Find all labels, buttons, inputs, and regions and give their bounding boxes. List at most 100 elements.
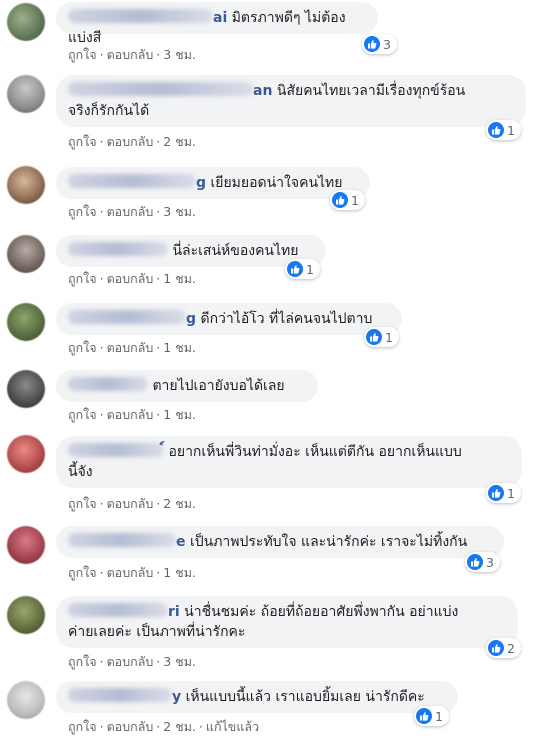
- author-name-redacted[interactable]: [68, 9, 213, 23]
- timestamp[interactable]: 1 ชม.: [163, 565, 196, 580]
- reaction-count[interactable]: 1: [330, 190, 365, 210]
- thumbs-up-icon: [488, 485, 504, 501]
- like-link[interactable]: ถูกใจ: [68, 340, 97, 355]
- comment-text: นี่ล่ะเสน่ห์ของคนไทย: [172, 243, 299, 259]
- author-name[interactable]: g: [196, 175, 206, 191]
- reaction-count[interactable]: 1: [486, 120, 521, 140]
- reply-link[interactable]: ตอบกลับ: [107, 47, 154, 62]
- reaction-number: 3: [486, 554, 494, 570]
- comment-actions: ถูกใจ · ตอบกลับ · 3 ชม.: [68, 45, 196, 65]
- avatar[interactable]: [7, 75, 45, 113]
- avatar[interactable]: [7, 235, 45, 273]
- comment-text: เห็นแบบนี้แล้ว เราแอบยิ้มเลย น่ารักดีคะ: [185, 689, 425, 705]
- reaction-count[interactable]: 1: [414, 706, 449, 726]
- comment-bubble: y เห็นแบบนี้แล้ว เราแอบยิ้มเลย น่ารักดีค…: [56, 681, 458, 713]
- like-link[interactable]: ถูกใจ: [68, 654, 97, 669]
- comment-bubble: ์ อยากเห็นพี่วินท่ามั่งอะ เห็นแต่ตีกัน อ…: [56, 436, 522, 488]
- author-name-redacted[interactable]: [68, 533, 176, 547]
- reaction-count[interactable]: 2: [486, 638, 521, 658]
- reply-link[interactable]: ตอบกลับ: [107, 565, 154, 580]
- avatar[interactable]: [7, 303, 45, 341]
- comment-bubble: g ดีกว่าไอ้โว ที่ไล่คนจนไปตาบ: [56, 303, 402, 335]
- separator: ·: [156, 496, 161, 511]
- reply-link[interactable]: ตอบกลับ: [107, 271, 154, 286]
- reply-link[interactable]: ตอบกลับ: [107, 407, 154, 422]
- like-link[interactable]: ถูกใจ: [68, 407, 97, 422]
- thumbs-up-icon: [488, 640, 504, 656]
- timestamp[interactable]: 3 ชม.: [163, 204, 196, 219]
- timestamp[interactable]: 2 ชม.: [163, 719, 196, 734]
- avatar[interactable]: [7, 596, 45, 634]
- reaction-count[interactable]: 1: [486, 483, 521, 503]
- comment-actions: ถูกใจ · ตอบกลับ · 3 ชม.: [68, 202, 196, 222]
- reply-link[interactable]: ตอบกลับ: [107, 719, 154, 734]
- avatar[interactable]: [7, 3, 45, 41]
- timestamp[interactable]: 3 ชม.: [163, 47, 196, 62]
- comment-actions: ถูกใจ · ตอบกลับ · 3 ชม.: [68, 652, 196, 672]
- avatar[interactable]: [7, 681, 45, 719]
- author-name[interactable]: ai: [213, 10, 227, 26]
- like-link[interactable]: ถูกใจ: [68, 719, 97, 734]
- author-name[interactable]: ri: [168, 604, 180, 620]
- timestamp[interactable]: 1 ชม.: [163, 407, 196, 422]
- timestamp[interactable]: 3 ชม.: [163, 654, 196, 669]
- author-name-redacted[interactable]: [68, 242, 168, 256]
- author-name[interactable]: g: [186, 311, 196, 327]
- author-name-redacted[interactable]: [68, 377, 148, 391]
- avatar[interactable]: [7, 435, 45, 473]
- comment-bubble: ai มิตรภาพดีๆ ไม่ต้องแบ่งสี: [56, 2, 378, 46]
- like-link[interactable]: ถูกใจ: [68, 565, 97, 580]
- author-name-redacted[interactable]: [68, 443, 164, 457]
- author-name-redacted[interactable]: [68, 174, 196, 188]
- reaction-count[interactable]: 3: [362, 34, 397, 54]
- comment-text: ดีกว่าไอ้โว ที่ไล่คนจนไปตาบ: [200, 311, 373, 327]
- timestamp[interactable]: 1 ชม.: [163, 271, 196, 286]
- comment-text: น่าชื่นชมค่ะ ถ้อยที่ถ้อยอาศัยพึ่งพากัน อ…: [184, 604, 459, 620]
- reaction-number: 2: [507, 640, 515, 656]
- reaction-count[interactable]: 3: [465, 552, 500, 572]
- author-name-redacted[interactable]: [68, 688, 172, 702]
- reaction-count[interactable]: 1: [364, 327, 399, 347]
- comment-actions: ถูกใจ · ตอบกลับ · 1 ชม.: [68, 405, 196, 425]
- like-link[interactable]: ถูกใจ: [68, 496, 97, 511]
- author-name-redacted[interactable]: [68, 310, 186, 324]
- like-link[interactable]: ถูกใจ: [68, 134, 97, 149]
- separator: ·: [156, 654, 161, 669]
- comment-bubble: g เยียมยอดน่าใจคนไทย: [56, 167, 370, 199]
- separator: ·: [99, 565, 104, 580]
- reply-link[interactable]: ตอบกลับ: [107, 204, 154, 219]
- like-link[interactable]: ถูกใจ: [68, 271, 97, 286]
- comment-list: ai มิตรภาพดีๆ ไม่ต้องแบ่งสี 3 ถูกใจ · ตอบก…: [0, 0, 559, 741]
- like-link[interactable]: ถูกใจ: [68, 204, 97, 219]
- timestamp[interactable]: 1 ชม.: [163, 340, 196, 355]
- comment-actions: ถูกใจ · ตอบกลับ · 1 ชม.: [68, 269, 196, 289]
- timestamp[interactable]: 2 ชม.: [163, 496, 196, 511]
- like-link[interactable]: ถูกใจ: [68, 47, 97, 62]
- edited-link[interactable]: แก้ไขแล้ว: [206, 719, 259, 734]
- reply-link[interactable]: ตอบกลับ: [107, 134, 154, 149]
- reaction-count[interactable]: 1: [285, 259, 320, 279]
- avatar[interactable]: [7, 370, 45, 408]
- author-name[interactable]: e: [176, 534, 186, 550]
- reply-link[interactable]: ตอบกลับ: [107, 340, 154, 355]
- separator: ·: [99, 340, 104, 355]
- separator: ·: [156, 134, 161, 149]
- timestamp[interactable]: 2 ชม.: [163, 134, 196, 149]
- reply-link[interactable]: ตอบกลับ: [107, 496, 154, 511]
- comment-actions: ถูกใจ · ตอบกลับ · 1 ชม.: [68, 338, 196, 358]
- comment-text-line-2: จริงก็รักกันได้: [68, 103, 150, 119]
- thumbs-up-icon: [332, 192, 348, 208]
- separator: ·: [99, 271, 104, 286]
- avatar[interactable]: [7, 166, 45, 204]
- author-name-redacted[interactable]: [68, 603, 168, 617]
- reaction-number: 1: [351, 192, 359, 208]
- separator: ·: [156, 407, 161, 422]
- author-name[interactable]: an: [253, 83, 272, 99]
- author-name[interactable]: y: [172, 689, 181, 705]
- reply-link[interactable]: ตอบกลับ: [107, 654, 154, 669]
- comment-actions: ถูกใจ · ตอบกลับ · 2 ชม.: [68, 132, 196, 152]
- separator: ·: [156, 340, 161, 355]
- avatar[interactable]: [7, 526, 45, 564]
- comment-text-line-2: นี้จัง: [68, 464, 93, 480]
- author-name-redacted[interactable]: [68, 82, 253, 96]
